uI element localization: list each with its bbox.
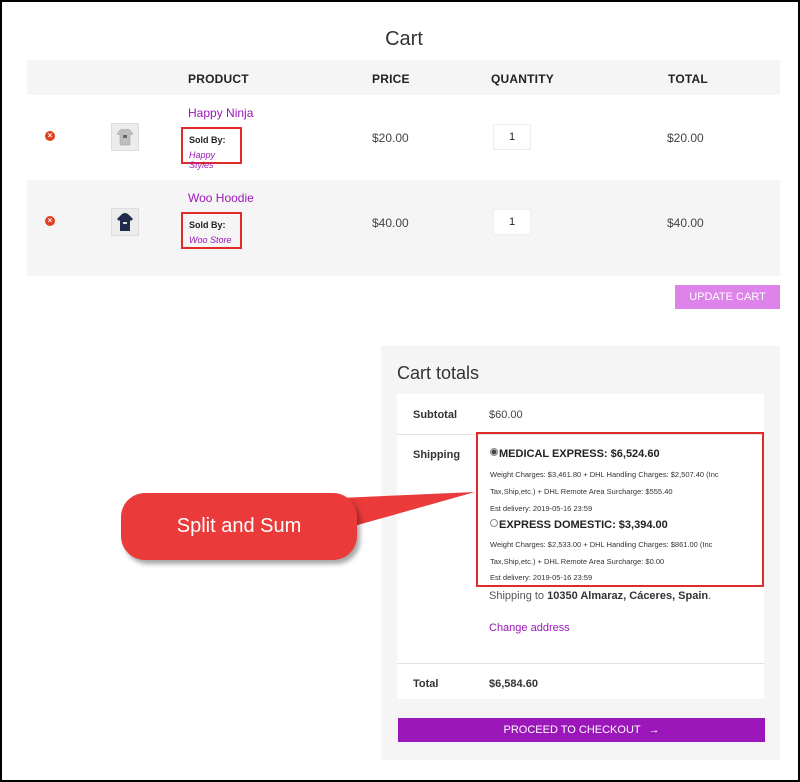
subtotal-value: $60.00 — [489, 409, 523, 421]
store-link[interactable]: Happy Styles — [189, 150, 240, 170]
radio-selected-icon[interactable] — [490, 448, 498, 456]
cart-table: PRODUCT PRICE QUANTITY TOTAL × Happy Nin… — [27, 60, 780, 276]
proceed-to-checkout-button[interactable]: PROCEED TO CHECKOUT → — [398, 718, 765, 742]
sold-by-label: Sold By: — [189, 220, 226, 230]
row-divider — [397, 663, 764, 664]
split-and-sum-callout: Split and Sum — [121, 493, 357, 560]
total-label: Total — [413, 678, 439, 690]
est-delivery: Est delivery: 2019-05-16 23:59 — [490, 504, 593, 513]
sold-by-highlight: Sold By: Woo Store — [181, 212, 242, 249]
shipping-charges-line: Weight Charges: $2,533.00 + DHL Handling… — [490, 540, 713, 549]
callout-pointer — [340, 492, 475, 530]
cart-row-happy-ninja: × Happy Ninja Sold By: Happy Styles $20.… — [27, 95, 780, 180]
callout-text: Split and Sum — [176, 515, 302, 537]
update-cart-button[interactable]: UPDATE CART — [675, 285, 780, 309]
shipping-destination: Shipping to 10350 Almaraz, Cáceres, Spai… — [489, 590, 711, 602]
hoodie-icon[interactable] — [111, 208, 139, 236]
shipping-option-express-domestic[interactable]: EXPRESS DOMESTIC: $3,394.00 — [490, 519, 668, 531]
shipping-to-prefix: Shipping to — [489, 590, 548, 602]
shipping-options-highlight: MEDICAL EXPRESS: $6,524.60 Weight Charge… — [476, 432, 764, 587]
header-quantity: QUANTITY — [491, 72, 554, 86]
shipping-option-label: MEDICAL EXPRESS: $6,524.60 — [499, 448, 660, 460]
arrow-right-icon: → — [648, 724, 660, 736]
sold-by-highlight: Sold By: Happy Styles — [181, 127, 242, 170]
est-delivery: Est delivery: 2019-05-16 23:59 — [490, 573, 593, 582]
change-address-link[interactable]: Change address — [489, 622, 570, 634]
shipping-charges-line: Tax,Ship,etc.) + DHL Remote Area Surchar… — [490, 557, 665, 566]
header-total: TOTAL — [668, 72, 708, 86]
cart-totals-title: Cart totals — [397, 363, 480, 383]
item-total: $20.00 — [667, 131, 704, 145]
item-total: $40.00 — [667, 216, 704, 230]
product-name-link[interactable]: Woo Hoodie — [188, 191, 254, 205]
tshirt-icon[interactable] — [111, 123, 139, 151]
cart-table-header: PRODUCT PRICE QUANTITY TOTAL — [27, 60, 780, 95]
cart-row-woo-hoodie: × Woo Hoodie Sold By: Woo Store $40.00 1… — [27, 180, 780, 265]
shipping-to-suffix: . — [708, 590, 712, 602]
header-product: PRODUCT — [188, 72, 249, 86]
product-name-link[interactable]: Happy Ninja — [188, 106, 253, 120]
store-link[interactable]: Woo Store — [189, 235, 232, 245]
order-total-value: $6,584.60 — [489, 678, 538, 690]
shipping-option-medical-express[interactable]: MEDICAL EXPRESS: $6,524.60 — [490, 448, 660, 460]
shipping-charges-line: Weight Charges: $3,461.80 + DHL Handling… — [490, 470, 719, 479]
sold-by-label: Sold By: — [189, 135, 226, 145]
cart-title: Cart — [385, 28, 423, 50]
shipping-option-label: EXPRESS DOMESTIC: $3,394.00 — [499, 519, 668, 531]
remove-item-icon[interactable]: × — [45, 216, 55, 226]
quantity-input[interactable]: 1 — [493, 209, 531, 235]
subtotal-label: Subtotal — [413, 409, 457, 421]
shipping-charges-line: Tax,Ship,etc.) + DHL Remote Area Surchar… — [490, 487, 673, 496]
checkout-label: PROCEED TO CHECKOUT — [503, 724, 641, 736]
remove-item-icon[interactable]: × — [45, 131, 55, 141]
shipping-label: Shipping — [413, 449, 461, 461]
header-price: PRICE — [372, 72, 410, 86]
shipping-address: 10350 Almaraz, Cáceres, Spain — [547, 590, 709, 602]
item-price: $20.00 — [372, 131, 409, 145]
radio-unselected-icon[interactable] — [490, 519, 498, 527]
item-price: $40.00 — [372, 216, 409, 230]
quantity-input[interactable]: 1 — [493, 124, 531, 150]
